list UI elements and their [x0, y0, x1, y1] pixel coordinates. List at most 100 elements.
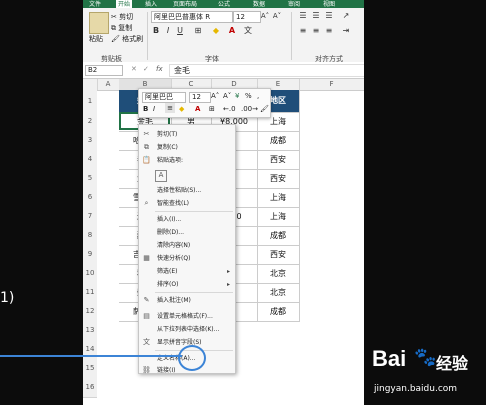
table-cell[interactable]: 西安 — [257, 245, 300, 265]
row-header-15[interactable]: 15 — [83, 359, 97, 379]
table-cell[interactable]: 西安 — [257, 169, 300, 189]
context-menu-item[interactable]: ✂ 剪切(T) — [139, 129, 235, 140]
table-cell[interactable]: 北京 — [257, 283, 300, 303]
row-header-11[interactable]: 11 — [83, 283, 97, 303]
formula-input[interactable]: 金毛 — [169, 64, 364, 77]
mini-currency-icon[interactable]: ¥ — [235, 92, 239, 100]
row-header-3[interactable]: 3 — [83, 131, 97, 151]
mini-decrease-decimal-icon[interactable]: ←.0 — [223, 105, 236, 113]
paste-label[interactable]: 粘贴 — [89, 34, 103, 44]
row-header-16[interactable]: 16 — [83, 378, 97, 398]
italic-button[interactable]: I — [163, 26, 173, 36]
context-menu-item[interactable]: 从下拉列表中选择(K)... — [139, 324, 235, 335]
mini-bold-button[interactable]: B — [143, 105, 148, 113]
tab-data[interactable]: 数据 — [253, 0, 265, 8]
orientation-icon[interactable]: ↗ — [341, 11, 351, 21]
column-header-f[interactable]: F — [299, 79, 364, 90]
tab-formulas[interactable]: 公式 — [218, 0, 230, 8]
tab-page-layout[interactable]: 页面布局 — [173, 0, 197, 8]
column-header-a[interactable]: A — [97, 79, 120, 90]
row-header-10[interactable]: 10 — [83, 264, 97, 284]
mini-format-painter-icon[interactable]: 🖌 — [260, 105, 269, 113]
context-menu-item[interactable]: 删除(D)... — [139, 227, 235, 238]
bold-button[interactable]: B — [151, 26, 161, 36]
context-menu-item[interactable]: 插入(I)... — [139, 214, 235, 225]
context-menu-item[interactable]: 筛选(E) ▸ — [139, 266, 235, 277]
mini-grow-font-icon[interactable]: A˄ — [211, 92, 219, 100]
context-menu-item-label: 设置单元格格式(F)... — [157, 313, 213, 320]
indent-icon[interactable]: ⇥ — [341, 26, 351, 36]
format-painter-button[interactable]: 🖌 格式刷 — [111, 34, 143, 44]
row-header-7[interactable]: 7 — [83, 207, 97, 227]
mini-font-color-icon[interactable]: A — [195, 105, 200, 113]
table-cell[interactable]: 上海 — [257, 188, 300, 208]
context-menu-item[interactable]: 📋 粘贴选项: — [139, 155, 235, 166]
row-header-6[interactable]: 6 — [83, 188, 97, 208]
column-a-cells[interactable] — [97, 90, 119, 397]
table-cell[interactable]: 上海 — [257, 207, 300, 227]
mini-percent-button[interactable]: % — [245, 92, 252, 100]
row-header-2[interactable]: 2 — [83, 112, 97, 132]
tab-view[interactable]: 视图 — [323, 0, 335, 8]
context-menu-item[interactable]: 排序(O) ▸ — [139, 279, 235, 290]
font-name-select[interactable]: 阿里巴巴普惠体 R — [151, 11, 233, 23]
row-header-5[interactable]: 5 — [83, 169, 97, 189]
context-menu-item[interactable]: ✎ 插入批注(M) — [139, 295, 235, 306]
row-header-4[interactable]: 4 — [83, 150, 97, 170]
mini-increase-decimal-icon[interactable]: .00→ — [241, 105, 258, 113]
row-header-8[interactable]: 8 — [83, 226, 97, 246]
table-cell[interactable]: 成都 — [257, 131, 300, 151]
align-center-icon[interactable]: ≡ — [311, 26, 321, 36]
font-grow-icon[interactable]: A˄ — [260, 11, 270, 21]
cut-button[interactable]: ✂ 剪切 — [111, 12, 133, 22]
mini-shrink-font-icon[interactable]: A˅ — [223, 92, 231, 100]
fx-icon[interactable]: fx — [156, 65, 163, 73]
mini-italic-button[interactable]: I — [153, 105, 155, 113]
formula-cancel-icon[interactable]: ✕ — [131, 65, 137, 73]
mini-border-icon[interactable]: ⊞ — [209, 105, 215, 113]
row-header-9[interactable]: 9 — [83, 245, 97, 265]
table-cell[interactable]: 成都 — [257, 302, 300, 322]
row-header-12[interactable]: 12 — [83, 302, 97, 322]
formula-enter-icon[interactable]: ✓ — [143, 65, 149, 73]
context-menu-item[interactable]: ▤ 设置单元格格式(F)... — [139, 311, 235, 322]
row-header-1[interactable]: 1 — [83, 90, 97, 113]
mini-comma-button[interactable]: , — [257, 92, 259, 100]
underline-button[interactable]: U — [175, 26, 185, 36]
row-header-13[interactable]: 13 — [83, 321, 97, 341]
font-shrink-icon[interactable]: A˅ — [272, 11, 282, 21]
align-top-icon[interactable]: ☰ — [298, 11, 308, 21]
row-header-14[interactable]: 14 — [83, 340, 97, 360]
align-middle-icon[interactable]: ☰ — [311, 11, 321, 21]
table-cell[interactable]: 成都 — [257, 226, 300, 246]
align-right-icon[interactable]: ≡ — [324, 26, 334, 36]
tab-review[interactable]: 审阅 — [288, 0, 300, 8]
copy-button[interactable]: ⧉ 复制 — [111, 23, 132, 33]
table-cell[interactable]: 西安 — [257, 150, 300, 170]
table-cell[interactable]: 北京 — [257, 264, 300, 284]
font-color-icon[interactable]: A — [227, 26, 237, 36]
context-menu-item[interactable]: ⌕ 智能查找(L) — [139, 198, 235, 209]
phonetic-guide-icon[interactable]: 文 — [243, 26, 253, 36]
mini-fill-color-icon[interactable]: ◆ — [179, 105, 184, 113]
border-icon[interactable]: ⊞ — [193, 26, 203, 36]
context-menu-item[interactable]: ▦ 快速分析(Q) — [139, 253, 235, 264]
paste-options-icon: 📋 — [142, 156, 151, 164]
paste-icon[interactable] — [89, 12, 109, 34]
tab-file[interactable]: 文件 — [89, 0, 101, 8]
align-left-icon[interactable]: ≡ — [298, 26, 308, 36]
mini-size-select[interactable]: 12 — [189, 92, 211, 103]
mini-align-center-icon[interactable]: ≡ — [165, 103, 175, 113]
context-menu-item[interactable]: A — [139, 169, 235, 182]
align-bottom-icon[interactable]: ☰ — [324, 11, 334, 21]
tab-home[interactable]: 开始 — [116, 0, 133, 8]
tab-insert[interactable]: 插入 — [145, 0, 157, 8]
context-menu-item[interactable]: 清除内容(N) — [139, 240, 235, 251]
fill-color-icon[interactable]: ◆ — [211, 26, 221, 36]
name-box[interactable]: B2 — [85, 65, 123, 76]
context-menu-item[interactable]: ⧉ 复制(C) — [139, 142, 235, 153]
font-size-select[interactable]: 12 — [233, 11, 261, 23]
mini-font-select[interactable]: 阿里巴巴 — [142, 92, 186, 103]
context-menu-item[interactable]: 选择性粘贴(S)... — [139, 185, 235, 196]
select-all-corner[interactable] — [83, 79, 98, 90]
